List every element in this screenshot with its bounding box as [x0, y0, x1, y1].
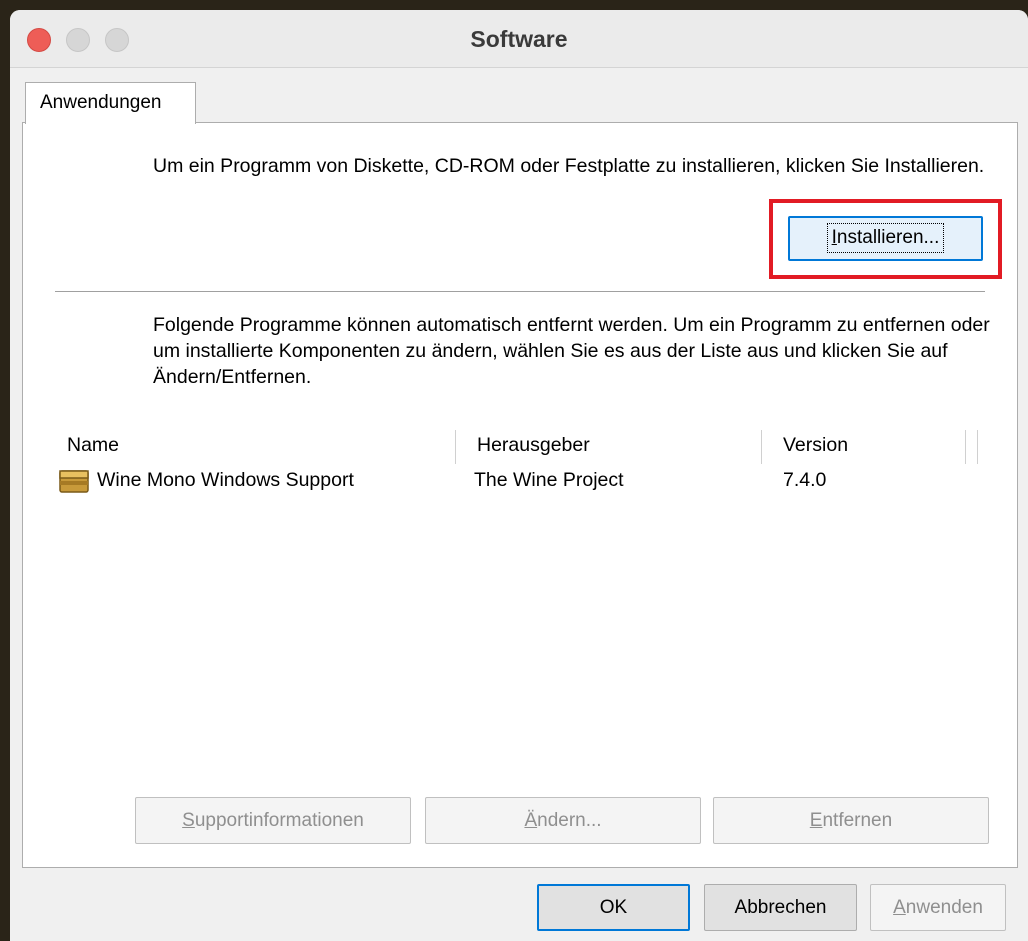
program-publisher: The Wine Project — [474, 469, 624, 491]
install-button-label: nstallieren... — [836, 227, 940, 248]
support-info-access-key: S — [182, 810, 195, 831]
install-button[interactable]: Installieren... — [788, 216, 983, 261]
change-button[interactable]: Ändern... — [425, 797, 701, 844]
tab-panel: Um ein Programm von Diskette, CD-ROM ode… — [22, 122, 1018, 868]
install-instructions: Um ein Programm von Diskette, CD-ROM ode… — [153, 155, 985, 177]
tab-anwendungen[interactable]: Anwendungen — [25, 82, 196, 124]
software-window: Software Anwendungen Um ein Programm von… — [10, 10, 1028, 941]
ok-button[interactable]: OK — [537, 884, 690, 931]
program-list-header: Name Herausgeber Version — [53, 430, 983, 464]
apply-label: nwenden — [905, 897, 983, 918]
column-header-version[interactable]: Version — [783, 434, 848, 457]
support-info-button[interactable]: Supportinformationen — [135, 797, 411, 844]
program-version: 7.4.0 — [783, 469, 827, 491]
column-separator[interactable] — [965, 430, 966, 464]
remove-label: ntfernen — [822, 810, 893, 831]
column-separator[interactable] — [761, 430, 762, 464]
title-bar: Software — [10, 10, 1028, 68]
apply-access-key: A — [893, 897, 906, 918]
change-label: ndern... — [537, 810, 602, 831]
package-icon — [59, 470, 89, 493]
program-name: Wine Mono Windows Support — [97, 469, 354, 491]
apply-button[interactable]: Anwenden — [870, 884, 1006, 931]
remove-access-key: E — [809, 810, 823, 831]
install-button-focus: Installieren... — [826, 223, 945, 253]
program-list-row[interactable]: Wine Mono Windows Support The Wine Proje… — [53, 464, 983, 498]
column-header-publisher[interactable]: Herausgeber — [477, 434, 590, 457]
cancel-button[interactable]: Abbrechen — [704, 884, 857, 931]
remove-instructions: Folgende Programme können automatisch en… — [153, 314, 990, 388]
support-info-label: upportinformationen — [194, 810, 364, 831]
change-access-key: Ä — [524, 810, 538, 831]
section-divider — [55, 291, 985, 293]
column-separator[interactable] — [977, 430, 978, 464]
window-title: Software — [470, 26, 568, 52]
remove-button[interactable]: Entfernen — [713, 797, 989, 844]
column-separator[interactable] — [455, 430, 456, 464]
column-header-name[interactable]: Name — [67, 434, 119, 457]
